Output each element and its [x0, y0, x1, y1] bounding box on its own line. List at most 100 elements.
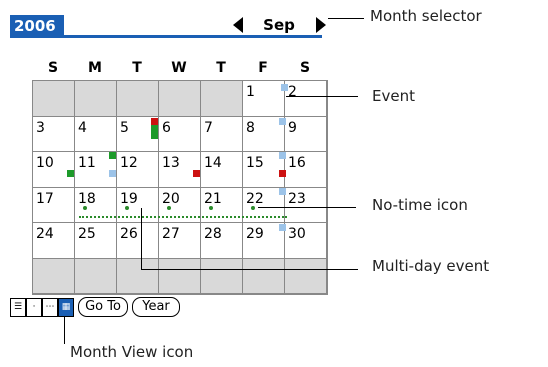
- day-cell[interactable]: [201, 81, 244, 117]
- day-number: 19: [120, 190, 138, 207]
- day-cell[interactable]: 12: [117, 152, 160, 188]
- event-marker[interactable]: [279, 118, 286, 125]
- day-number: 10: [36, 155, 54, 171]
- day-cell[interactable]: 23: [285, 187, 328, 224]
- day-number: 13: [162, 155, 180, 171]
- callout-month-selector: Month selector: [370, 7, 482, 25]
- day-cell[interactable]: 17: [33, 187, 76, 224]
- day-cell[interactable]: [159, 258, 202, 295]
- day-cell[interactable]: 4: [75, 116, 118, 153]
- next-month-icon[interactable]: [316, 17, 326, 33]
- day-number: 29: [246, 226, 264, 242]
- callout-line: [258, 207, 356, 208]
- day-view-icon[interactable]: ·: [26, 298, 42, 317]
- day-number: 8: [246, 119, 255, 136]
- day-number: 9: [288, 119, 297, 136]
- day-number: 5: [120, 119, 129, 136]
- year-tab[interactable]: 2006: [10, 15, 64, 37]
- event-marker[interactable]: [279, 170, 286, 177]
- day-number: 6: [162, 119, 171, 136]
- day-number: 27: [162, 226, 180, 242]
- day-cell[interactable]: 14: [201, 152, 244, 188]
- event-marker[interactable]: [109, 152, 116, 159]
- day-cell[interactable]: 6: [159, 116, 202, 153]
- callout-event: Event: [372, 87, 415, 105]
- callout-multi-day-event: Multi-day event: [372, 257, 490, 275]
- day-cell[interactable]: 9: [285, 116, 328, 153]
- event-marker[interactable]: [151, 125, 158, 132]
- multi-day-event-bar[interactable]: [79, 216, 287, 218]
- header-rule: [10, 35, 322, 38]
- event-marker[interactable]: [279, 224, 286, 231]
- event-marker[interactable]: [193, 170, 200, 177]
- day-number: 15: [246, 155, 264, 171]
- list-view-icon[interactable]: ☰: [10, 298, 26, 317]
- day-cell[interactable]: [75, 258, 118, 295]
- day-cell[interactable]: [33, 81, 76, 117]
- day-cell[interactable]: 3: [33, 116, 76, 153]
- day-number: 4: [78, 119, 87, 136]
- event-marker[interactable]: [281, 84, 288, 91]
- event-marker[interactable]: [151, 118, 158, 125]
- day-number: 2: [288, 84, 297, 100]
- day-cell[interactable]: 27: [159, 223, 202, 259]
- day-cell[interactable]: [33, 258, 76, 295]
- day-number: 7: [204, 119, 213, 136]
- day-number: 12: [120, 155, 138, 171]
- event-marker[interactable]: [67, 170, 74, 177]
- day-number: 25: [78, 226, 96, 242]
- day-cell[interactable]: [243, 258, 286, 295]
- callout-line: [328, 18, 364, 19]
- day-number: 21: [204, 190, 222, 207]
- day-cell[interactable]: 28: [201, 223, 244, 259]
- no-time-icon[interactable]: [251, 206, 255, 210]
- no-time-icon[interactable]: [125, 206, 129, 210]
- no-time-icon[interactable]: [209, 206, 213, 210]
- day-cell[interactable]: [159, 81, 202, 117]
- day-cell[interactable]: 24: [33, 223, 76, 259]
- callout-month-view-icon: Month View icon: [70, 343, 194, 361]
- callout-line: [141, 208, 142, 270]
- event-marker[interactable]: [279, 152, 286, 159]
- day-cell[interactable]: 2: [285, 81, 328, 117]
- day-number: 28: [204, 226, 222, 242]
- day-number: 18: [78, 190, 96, 207]
- day-cell[interactable]: 25: [75, 223, 118, 259]
- day-cell[interactable]: 26: [117, 223, 160, 259]
- day-number: 11: [78, 155, 96, 171]
- go-to-button[interactable]: Go To: [78, 297, 128, 317]
- day-cell[interactable]: [285, 258, 328, 295]
- day-number: 16: [288, 155, 306, 171]
- day-number: 14: [204, 155, 222, 171]
- callout-line: [286, 96, 358, 97]
- weekday-label: S: [47, 60, 59, 76]
- day-cell[interactable]: [117, 81, 160, 117]
- weekday-label: T: [216, 60, 226, 76]
- year-button[interactable]: Year: [132, 297, 180, 317]
- event-marker[interactable]: [109, 170, 116, 177]
- event-marker[interactable]: [151, 132, 158, 139]
- day-number: 23: [288, 190, 306, 207]
- month-view-icon[interactable]: ▦: [58, 298, 74, 317]
- day-cell[interactable]: 7: [201, 116, 244, 153]
- no-time-icon[interactable]: [83, 206, 87, 210]
- event-marker[interactable]: [279, 188, 286, 195]
- day-cell[interactable]: [75, 81, 118, 117]
- day-cell[interactable]: 16: [285, 152, 328, 188]
- day-number: 3: [36, 119, 45, 136]
- no-time-icon[interactable]: [167, 206, 171, 210]
- day-cell[interactable]: [201, 258, 244, 295]
- weekday-label: T: [132, 60, 142, 76]
- weekday-label: W: [171, 60, 187, 76]
- day-cell[interactable]: [117, 258, 160, 295]
- callout-line: [64, 317, 65, 344]
- week-view-icon[interactable]: ⋯: [42, 298, 58, 317]
- day-number: 26: [120, 226, 138, 242]
- prev-month-icon[interactable]: [233, 17, 243, 33]
- day-cell[interactable]: 1: [243, 81, 286, 117]
- callout-line: [141, 269, 358, 270]
- calendar-screen: 2006 Sep S M T W T F S 1 2 3 4 5 6 7 8 9 10 11 12 13…: [5, 4, 328, 324]
- weekday-label: M: [88, 60, 102, 76]
- month-label: Sep: [263, 16, 295, 34]
- day-cell[interactable]: 30: [285, 223, 328, 259]
